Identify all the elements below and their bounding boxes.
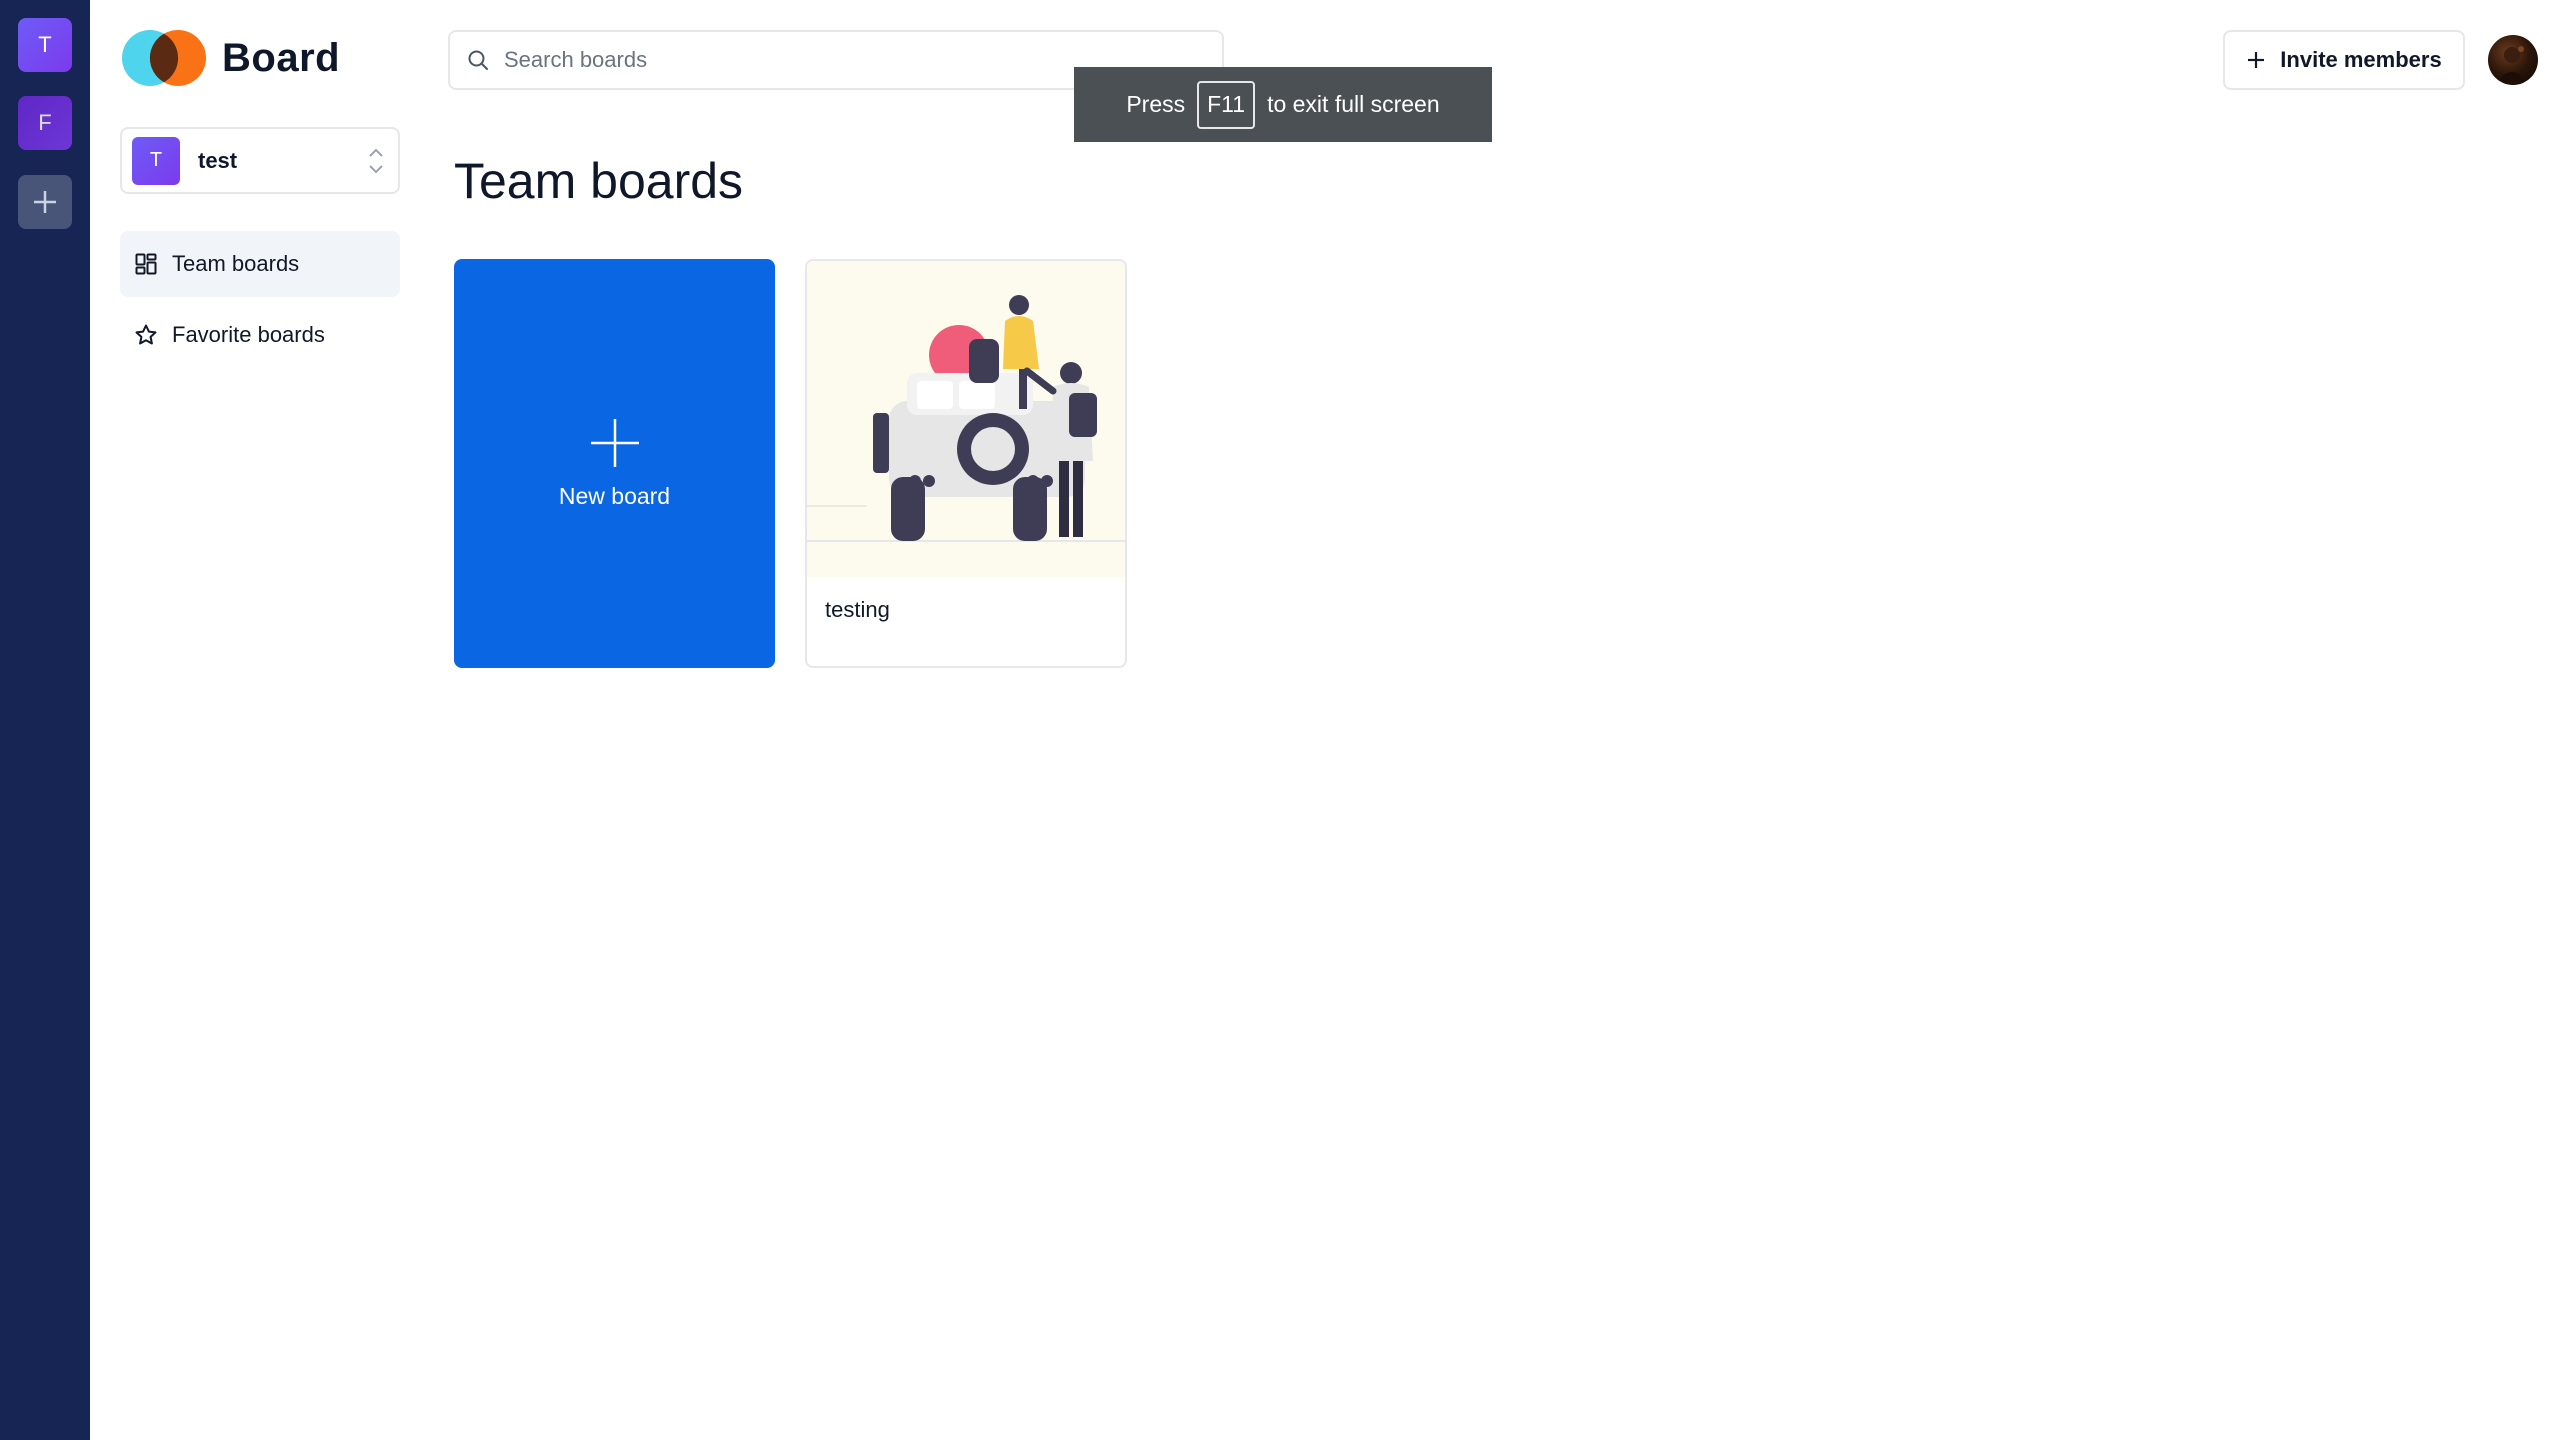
chevron-up-down-icon <box>369 148 383 174</box>
invite-members-label: Invite members <box>2280 47 2442 72</box>
logo-title: Board <box>222 35 341 80</box>
nav-favorite-boards[interactable]: Favorite boards <box>120 302 400 368</box>
org-avatar-initial: T <box>149 149 163 171</box>
new-board-button[interactable]: New board <box>454 259 775 668</box>
org-initial: F <box>38 110 52 135</box>
fullscreen-toast: Press F11 to exit full screen <box>1074 67 1492 142</box>
org-switcher[interactable]: T test <box>120 127 400 194</box>
nav-team-boards[interactable]: Team boards <box>120 231 400 297</box>
invite-members-button[interactable]: Invite members <box>2223 30 2465 90</box>
plus-icon <box>34 191 56 213</box>
logo[interactable]: Board <box>120 28 340 88</box>
org-button-t[interactable]: T <box>18 18 72 72</box>
create-org-button[interactable] <box>18 175 72 229</box>
star-icon <box>135 324 157 345</box>
org-button-f[interactable]: F <box>18 96 72 150</box>
logo-icon <box>122 30 206 86</box>
board-card[interactable]: testing <box>805 259 1127 668</box>
sidebar: Board T test Team boards Favorite boards <box>90 0 410 1440</box>
page-title: Team boards <box>454 153 744 209</box>
search-icon <box>468 50 488 70</box>
nav-favorite-boards-label: Favorite boards <box>172 322 325 347</box>
board-thumbnail <box>807 261 1125 577</box>
new-board-label: New board <box>558 483 671 509</box>
org-name: test <box>198 147 238 173</box>
dashboard-icon <box>135 253 157 275</box>
app-root: T F Board T test Team boards Favorite bo… <box>0 0 2560 1440</box>
fullscreen-toast-prefix: Press <box>1126 91 1186 117</box>
user-photo-icon <box>2498 46 2526 81</box>
search-placeholder: Search boards <box>504 47 648 72</box>
org-initial: T <box>38 32 52 57</box>
org-avatar: T <box>132 136 180 185</box>
plus-icon <box>2248 52 2265 68</box>
board-illustration <box>807 295 1125 542</box>
nav-team-boards-label: Team boards <box>172 251 300 276</box>
fullscreen-toast-key: F11 <box>1197 80 1256 129</box>
plus-icon <box>590 419 639 467</box>
board-title: testing <box>825 597 890 622</box>
org-rail: T F <box>0 0 90 1440</box>
user-avatar[interactable] <box>2488 35 2538 85</box>
fullscreen-toast-suffix: to exit full screen <box>1267 91 1440 117</box>
